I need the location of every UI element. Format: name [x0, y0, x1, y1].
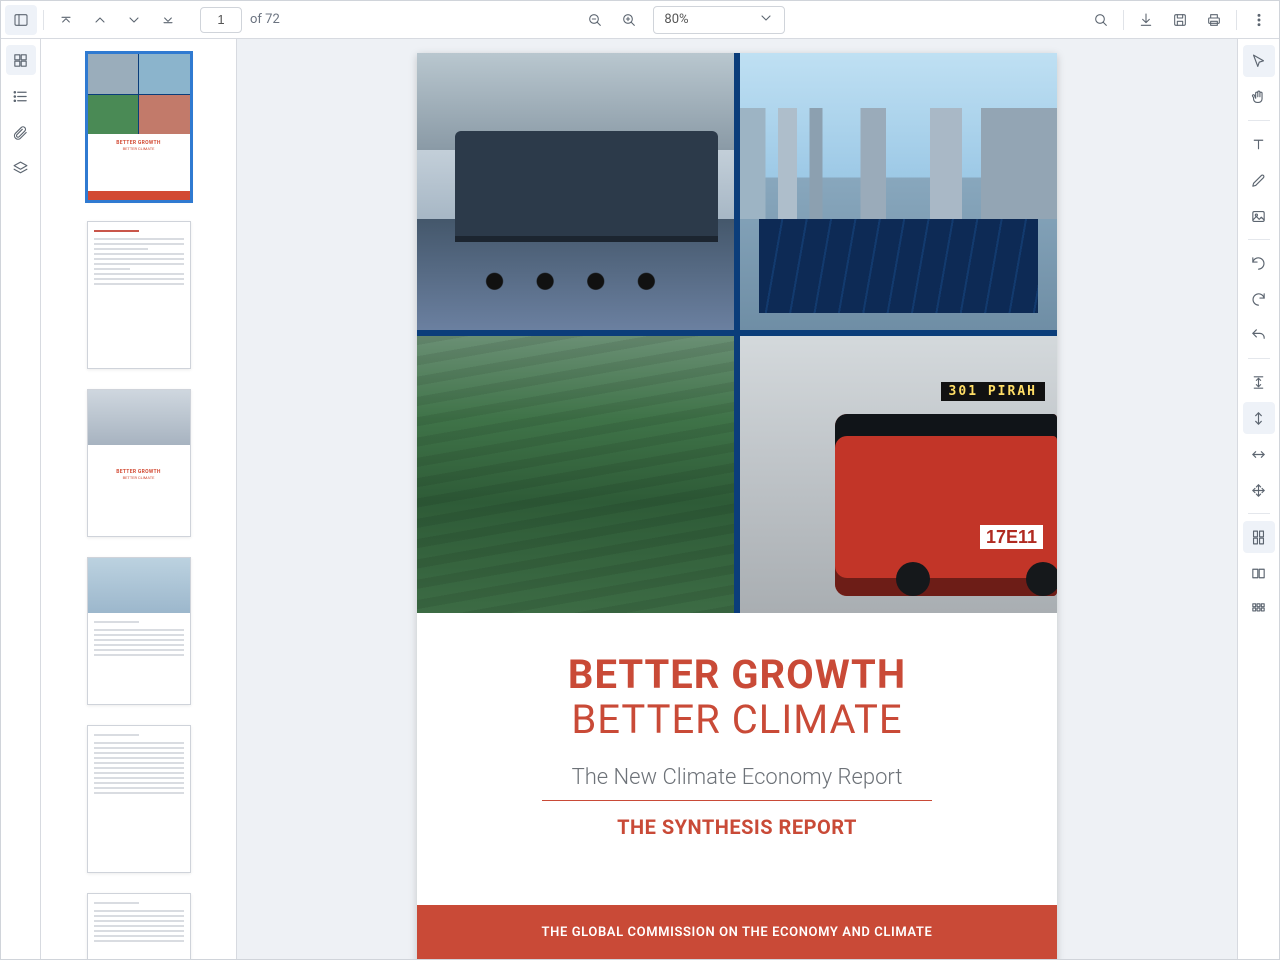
- page-total-label: of 72: [250, 12, 280, 27]
- next-page-button[interactable]: [118, 5, 150, 35]
- right-tool-rail: [1237, 39, 1279, 959]
- title-line-2: BETTER CLIMATE: [457, 696, 1017, 743]
- document-viewport[interactable]: 301 PIRAH 17E11 BETTER GROWTH BETTER CLI…: [237, 39, 1237, 959]
- last-page-button[interactable]: [152, 5, 184, 35]
- thumbnail-page-2[interactable]: [87, 221, 191, 369]
- previous-page-button[interactable]: [84, 5, 116, 35]
- rotate-cw-tool[interactable]: [1243, 283, 1275, 315]
- top-toolbar: of 72 80%: [1, 1, 1279, 39]
- left-rail: [1, 39, 41, 959]
- bus-route-label: 301 PIRAH: [941, 382, 1045, 401]
- draw-tool[interactable]: [1243, 164, 1275, 196]
- outline-tab[interactable]: [6, 81, 36, 111]
- fit-height-tool[interactable]: [1243, 402, 1275, 434]
- title-line-1: BETTER GROWTH: [457, 651, 1017, 698]
- cover-image-terraces: [417, 336, 734, 613]
- thumbnail-page-5[interactable]: [87, 725, 191, 873]
- cover-image-grid: 301 PIRAH 17E11: [417, 53, 1057, 613]
- cover-image-skyline: [740, 53, 1057, 330]
- single-page-view[interactable]: [1243, 521, 1275, 553]
- layers-tab[interactable]: [6, 153, 36, 183]
- two-page-view[interactable]: [1243, 557, 1275, 589]
- thumbnail-page-4[interactable]: [87, 557, 191, 705]
- save-button[interactable]: [1164, 5, 1196, 35]
- subtitle: The New Climate Economy Report: [457, 765, 1017, 790]
- more-menu-button[interactable]: [1243, 5, 1275, 35]
- grid-view[interactable]: [1243, 593, 1275, 625]
- rotate-ccw-tool[interactable]: [1243, 247, 1275, 279]
- zoom-in-button[interactable]: [613, 5, 645, 35]
- thumbnails-panel[interactable]: BETTER GROWTH BETTER CLIMATE BETTER GROW…: [41, 39, 237, 959]
- print-button[interactable]: [1198, 5, 1230, 35]
- page-number-input[interactable]: [200, 7, 242, 33]
- cover-image-cyclists: [417, 53, 734, 330]
- divider: [542, 800, 932, 801]
- thumbnail-page-3[interactable]: BETTER GROWTH BETTER CLIMATE: [87, 389, 191, 537]
- undo-tool[interactable]: [1243, 319, 1275, 351]
- fit-width-tool[interactable]: [1243, 438, 1275, 470]
- zoom-select[interactable]: 80%: [653, 6, 785, 34]
- separator: [1236, 10, 1237, 30]
- zoom-out-button[interactable]: [579, 5, 611, 35]
- page-1: 301 PIRAH 17E11 BETTER GROWTH BETTER CLI…: [417, 53, 1057, 959]
- thumbnail-page-6[interactable]: [87, 893, 191, 959]
- hand-tool[interactable]: [1243, 81, 1275, 113]
- separator: [43, 10, 44, 30]
- search-button[interactable]: [1085, 5, 1117, 35]
- sidebar-toggle-button[interactable]: [5, 5, 37, 35]
- cover-image-bus: 301 PIRAH 17E11: [740, 336, 1057, 613]
- fit-page-tool[interactable]: [1243, 474, 1275, 506]
- footer-band: THE GLOBAL COMMISSION ON THE ECONOMY AND…: [417, 905, 1057, 959]
- thumbnails-tab[interactable]: [6, 45, 36, 75]
- bus-code-label: 17E11: [980, 525, 1043, 549]
- first-page-button[interactable]: [50, 5, 82, 35]
- select-tool[interactable]: [1243, 45, 1275, 77]
- separator: [1123, 10, 1124, 30]
- pdf-viewer-app: of 72 80%: [0, 0, 1280, 960]
- fit-height-locked-tool[interactable]: [1243, 366, 1275, 398]
- chevron-down-icon: [758, 10, 774, 30]
- attachments-tab[interactable]: [6, 117, 36, 147]
- synthesis-label: THE SYNTHESIS REPORT: [457, 815, 1017, 839]
- thumbnail-page-1[interactable]: BETTER GROWTH BETTER CLIMATE: [87, 53, 191, 201]
- download-button[interactable]: [1130, 5, 1162, 35]
- text-tool[interactable]: [1243, 128, 1275, 160]
- zoom-value: 80%: [664, 12, 688, 27]
- image-tool[interactable]: [1243, 200, 1275, 232]
